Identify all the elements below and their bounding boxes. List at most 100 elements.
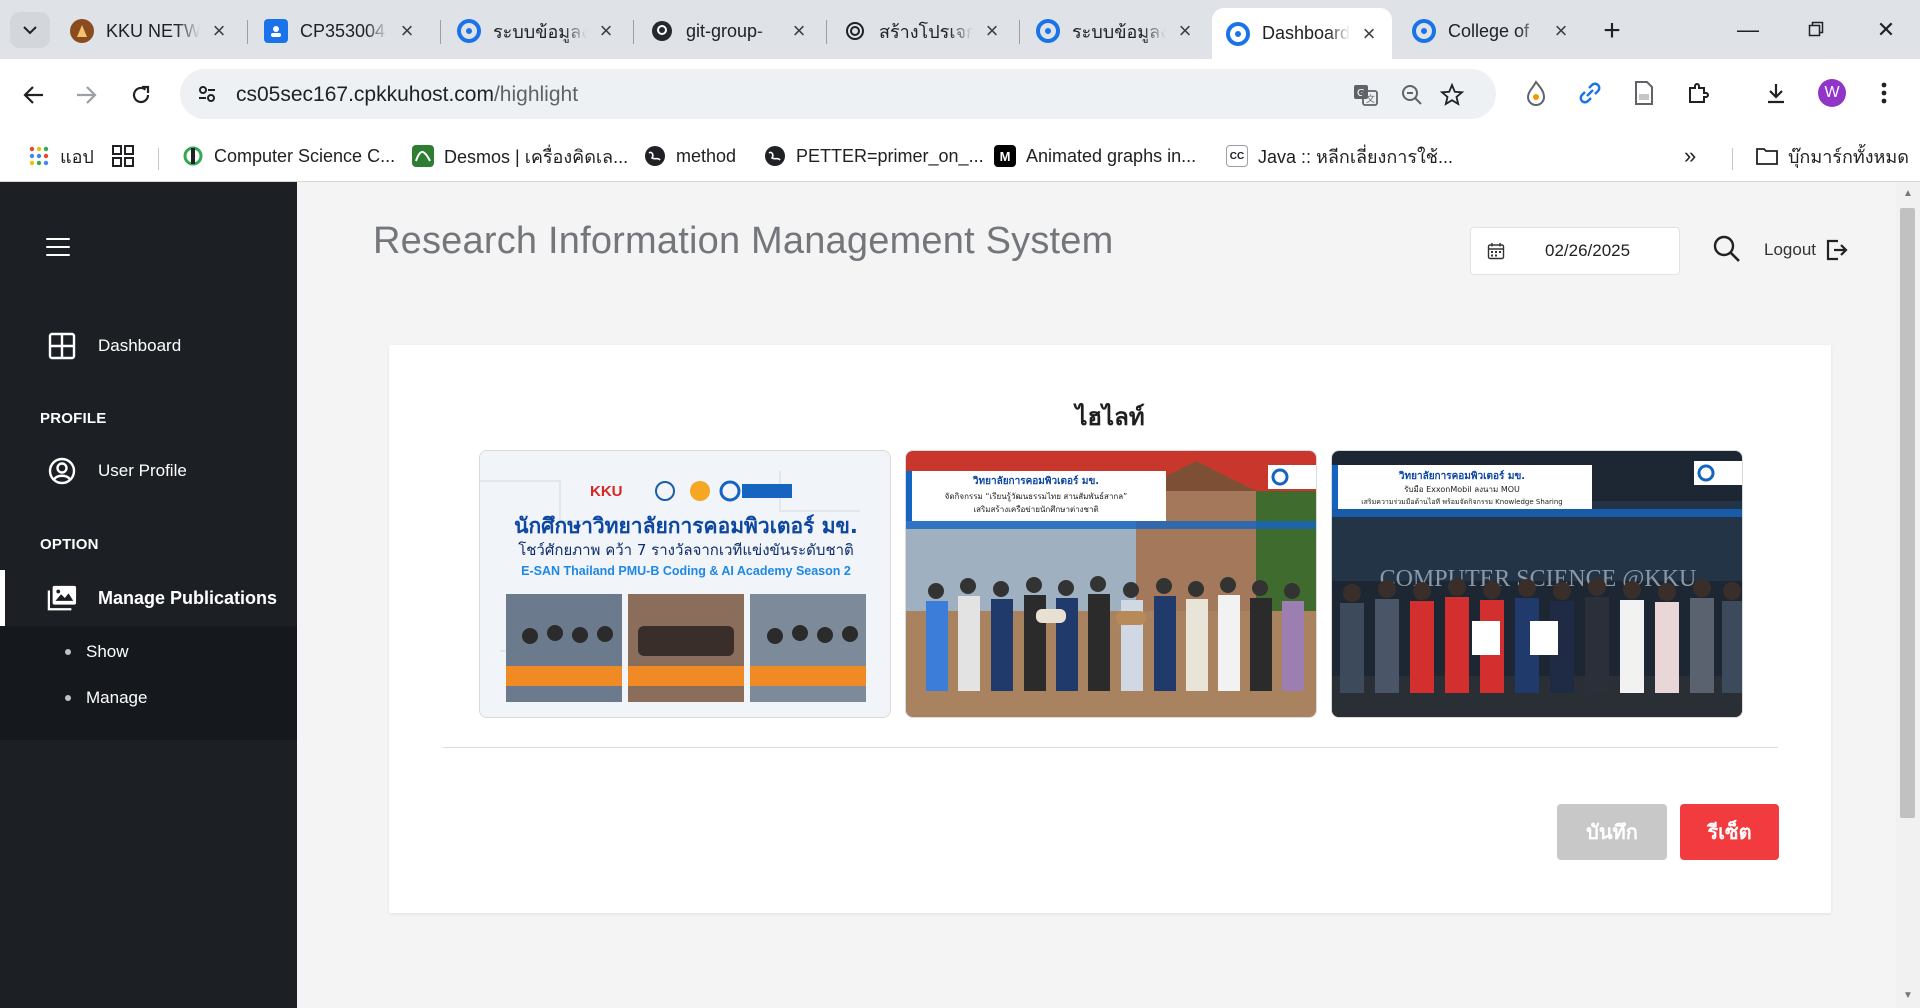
bookmark-item[interactable]: method bbox=[644, 140, 736, 172]
cs-logo-icon bbox=[182, 145, 204, 167]
sidebar-item-label: Manage Publications bbox=[98, 587, 278, 608]
close-icon[interactable]: × bbox=[981, 20, 1003, 42]
restore-button[interactable] bbox=[1796, 10, 1836, 50]
browser-tab[interactable]: ระบบข้อมูลง × bbox=[1022, 10, 1208, 52]
reset-button[interactable]: รีเซ็ต bbox=[1680, 804, 1779, 860]
medium-icon: M bbox=[994, 145, 1016, 167]
download-icon[interactable] bbox=[1758, 75, 1794, 111]
bookmark-label: Java :: หลีกเลี่ยงการใช้... bbox=[1258, 146, 1454, 167]
extensions-puzzle-icon[interactable] bbox=[1680, 75, 1716, 111]
cc-icon: CC bbox=[1226, 145, 1248, 167]
extension-flame-icon[interactable] bbox=[1518, 75, 1554, 111]
highlight-image-1[interactable]: KKU นักศึกษาวิทยาลัยการคอมพิวเตอร์ มข. โ… bbox=[479, 450, 891, 718]
site-info-icon[interactable] bbox=[194, 81, 220, 107]
address-bar[interactable]: cs05sec167.cpkkuhost.com/highlight G文 bbox=[180, 69, 1496, 119]
bookmark-tab-groups[interactable] bbox=[112, 140, 144, 172]
logout-label: Logout bbox=[1764, 240, 1816, 259]
user-circle-icon bbox=[47, 456, 77, 486]
hamburger-menu-icon[interactable] bbox=[46, 238, 70, 262]
close-icon[interactable]: × bbox=[208, 20, 230, 42]
browser-tab[interactable]: College of × bbox=[1398, 10, 1584, 52]
sidebar-subitem-label: Show bbox=[86, 642, 129, 661]
sidebar-subitem-label: Manage bbox=[86, 688, 148, 707]
close-window-button[interactable]: ✕ bbox=[1866, 10, 1906, 50]
browser-tab[interactable]: CP353004 × bbox=[250, 10, 430, 52]
back-button[interactable] bbox=[14, 75, 54, 115]
search-button[interactable] bbox=[1712, 234, 1742, 264]
calendar-icon bbox=[1487, 243, 1505, 260]
cp-logo-icon bbox=[1226, 21, 1250, 46]
all-bookmarks-button[interactable]: บุ๊กมาร์กทั้งหมด bbox=[1756, 140, 1909, 172]
chevron-down-icon bbox=[23, 26, 37, 35]
bookmark-item[interactable]: CC Java :: หลีกเลี่ยงการใช้... bbox=[1226, 140, 1453, 172]
bullet-icon bbox=[65, 695, 71, 701]
logout-button[interactable]: Logout bbox=[1764, 238, 1848, 262]
card-divider bbox=[443, 747, 1778, 748]
images-icon bbox=[47, 583, 77, 613]
translate-icon[interactable]: G文 bbox=[1352, 81, 1380, 109]
scroll-up-arrow-icon[interactable]: ▲ bbox=[1902, 188, 1914, 200]
more-menu-icon[interactable] bbox=[1866, 75, 1902, 111]
highlight-image-3[interactable]: COMPUTER SCIENCE @KKU วิทยาลัยการคอมพิวเ… bbox=[1331, 450, 1743, 718]
close-icon[interactable]: × bbox=[1550, 20, 1572, 42]
tab-separator bbox=[1019, 20, 1020, 44]
vertical-scrollbar[interactable]: ▲ ▼ bbox=[1896, 182, 1920, 1008]
bookmark-separator bbox=[1732, 148, 1733, 170]
sidebar-item-dashboard[interactable]: Dashboard bbox=[0, 324, 297, 368]
sidebar-item-label: Dashboard bbox=[98, 336, 182, 355]
bookmarks-bar: แอป Computer Science C... Desmos | เครื่… bbox=[0, 130, 1920, 182]
scroll-down-arrow-icon[interactable]: ▼ bbox=[1902, 990, 1914, 1002]
document-icon[interactable] bbox=[1626, 75, 1662, 111]
browser-tab[interactable]: KKU NETW × bbox=[56, 10, 242, 52]
bookmark-item[interactable]: Computer Science C... bbox=[182, 140, 395, 172]
browser-tab[interactable]: git-group- × bbox=[636, 10, 822, 52]
reload-button[interactable] bbox=[121, 75, 161, 115]
bookmark-item[interactable]: M Animated graphs in... bbox=[994, 140, 1196, 172]
folder-icon bbox=[1756, 145, 1778, 167]
tab-separator bbox=[247, 20, 248, 44]
star-icon[interactable] bbox=[1438, 81, 1466, 109]
bookmark-label: Desmos | เครื่องคิดเล... bbox=[444, 146, 629, 167]
tab-search-button[interactable] bbox=[10, 12, 50, 48]
highlight-image-2[interactable]: วิทยาลัยการคอมพิวเตอร์ มข. จัดกิจกรรม “เ… bbox=[905, 450, 1317, 718]
scrollbar-thumb[interactable] bbox=[1900, 208, 1915, 818]
close-icon[interactable]: × bbox=[788, 20, 810, 42]
kku-seal-icon bbox=[70, 19, 94, 43]
profile-avatar[interactable]: W bbox=[1814, 75, 1850, 111]
sidebar: Dashboard PROFILE User Profile OPTION Ma… bbox=[0, 182, 297, 1008]
new-tab-button[interactable]: + bbox=[1594, 14, 1630, 50]
close-icon[interactable]: × bbox=[1358, 22, 1380, 45]
forward-button[interactable] bbox=[66, 75, 106, 115]
sidebar-heading-profile: PROFILE bbox=[40, 410, 107, 427]
close-icon[interactable]: × bbox=[595, 20, 617, 42]
close-icon[interactable]: × bbox=[1174, 20, 1196, 42]
apps-grid-icon bbox=[28, 145, 50, 167]
date-picker[interactable]: 02/26/2025 bbox=[1470, 227, 1680, 275]
sidebar-item-manage-publications[interactable]: Manage Publications bbox=[0, 576, 297, 620]
date-value: 02/26/2025 bbox=[1545, 241, 1631, 260]
zoom-icon[interactable] bbox=[1398, 81, 1426, 109]
sidebar-item-label: User Profile bbox=[98, 461, 187, 480]
bullet-icon bbox=[65, 649, 71, 655]
sidebar-subitem-show[interactable]: Show bbox=[65, 642, 129, 662]
browser-tab[interactable]: สร้างโปรเจกต × bbox=[829, 10, 1015, 52]
browser-tab-active[interactable]: Dashboard × bbox=[1212, 8, 1392, 59]
minimize-button[interactable]: — bbox=[1728, 10, 1768, 50]
bookmarks-overflow-button[interactable]: » bbox=[1684, 140, 1696, 172]
image-2-subheadline: จัดกิจกรรม “เรียนรู้วัฒนธรรมไทย สานสัมพั… bbox=[945, 491, 1128, 502]
image-1-headline: นักศึกษาวิทยาลัยการคอมพิวเตอร์ มข. bbox=[514, 514, 858, 538]
link-icon[interactable] bbox=[1572, 75, 1608, 111]
bookmark-item[interactable]: Desmos | เครื่องคิดเล... bbox=[412, 140, 628, 172]
save-button[interactable]: บันทึก bbox=[1557, 804, 1667, 860]
browser-tab[interactable]: ระบบข้อมูลง × bbox=[443, 10, 629, 52]
tab-separator bbox=[826, 20, 827, 44]
sidebar-submenu: Show Manage bbox=[0, 626, 297, 740]
cp-logo-icon bbox=[1412, 19, 1436, 43]
close-icon[interactable]: × bbox=[396, 20, 418, 42]
tab-separator bbox=[633, 20, 634, 44]
sidebar-item-user-profile[interactable]: User Profile bbox=[0, 449, 297, 493]
sidebar-subitem-manage[interactable]: Manage bbox=[65, 688, 147, 708]
url-path: /highlight bbox=[493, 83, 579, 106]
bookmark-item[interactable]: PETTER=primer_on_... bbox=[764, 140, 984, 172]
bookmark-apps[interactable]: แอป bbox=[28, 140, 94, 172]
